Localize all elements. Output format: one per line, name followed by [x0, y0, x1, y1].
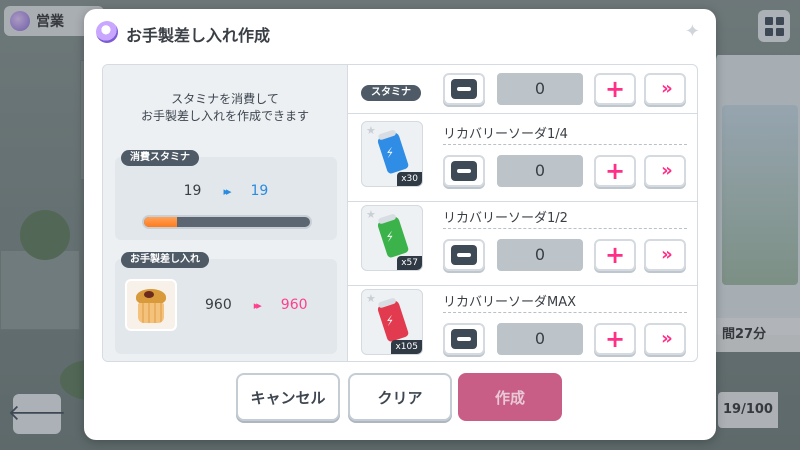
soda-max-max-button[interactable]: » — [644, 323, 686, 355]
description-line-1: スタミナを消費して — [171, 92, 279, 106]
stamina-consumption-label: 消費スタミナ — [121, 150, 199, 166]
star-icon: ★ — [366, 292, 376, 305]
double-chevron-right-icon: » — [661, 78, 672, 99]
dotted-divider — [443, 312, 687, 313]
soda-can-red-icon — [376, 299, 410, 343]
stamina-from-value: 19 — [183, 183, 202, 199]
soda-quarter-minus-button[interactable] — [443, 155, 485, 187]
minus-icon — [451, 79, 477, 99]
double-chevron-right-icon: » — [661, 160, 672, 181]
soda-max-minus-button[interactable] — [443, 323, 485, 355]
item-row-soda-half: ★ x57 リカバリーソーダ1/2 0 + » — [357, 201, 687, 283]
plus-icon: + — [604, 75, 626, 103]
row-separator — [348, 113, 697, 114]
stamina-value-field[interactable]: 0 — [497, 73, 583, 105]
soda-half-plus-button[interactable]: + — [594, 239, 636, 271]
soda-max-icon-card: ★ x105 — [361, 289, 423, 355]
double-chevron-right-icon: » — [661, 328, 672, 349]
pane-divider — [347, 65, 348, 361]
soda-max-value-field[interactable]: 0 — [497, 323, 583, 355]
dialog-description: スタミナを消費して お手製差し入れを作成できます — [103, 91, 347, 125]
soda-max-name: リカバリーソーダMAX — [443, 295, 577, 310]
stamina-minus-button[interactable] — [443, 73, 485, 105]
description-line-2: お手製差し入れを作成できます — [140, 109, 309, 123]
dialog-content: スタミナを消費して お手製差し入れを作成できます 消費スタミナ 19 ▸▸ 19… — [102, 64, 698, 362]
stamina-to-value: 19 — [250, 183, 269, 199]
soda-half-value-field[interactable]: 0 — [497, 239, 583, 271]
stamina-consumption-box: 消費スタミナ 19 ▸▸ 19 — [115, 150, 337, 240]
stamina-arrow-icon: ▸▸ — [223, 184, 231, 198]
dialog-title: お手製差し入れ作成 — [126, 26, 271, 45]
plus-icon: + — [604, 241, 626, 269]
soda-max-qty: x105 — [391, 340, 422, 354]
stamina-progress-bar — [142, 215, 312, 229]
minus-icon — [451, 161, 477, 181]
item-from-value: 960 — [205, 297, 232, 313]
dialog-header: お手製差し入れ作成 ✦ — [84, 9, 716, 55]
soda-quarter-name: リカバリーソーダ1/4 — [443, 127, 568, 142]
summary-pane: スタミナを消費して お手製差し入れを作成できます 消費スタミナ 19 ▸▸ 19… — [103, 65, 347, 361]
soda-half-name: リカバリーソーダ1/2 — [443, 211, 568, 226]
item-row-soda-quarter: ★ x30 リカバリーソーダ1/4 0 + » — [357, 117, 687, 199]
soda-quarter-icon-card: ★ x30 — [361, 121, 423, 187]
soda-quarter-stepper: 0 + » — [443, 155, 686, 187]
plus-icon: + — [604, 157, 626, 185]
soda-can-green-icon — [376, 215, 410, 259]
soda-half-max-button[interactable]: » — [644, 239, 686, 271]
stamina-change-row: 19 ▸▸ 19 — [115, 183, 337, 199]
soda-quarter-max-button[interactable]: » — [644, 155, 686, 187]
stamina-progress-fill — [144, 217, 178, 227]
soda-max-plus-button[interactable]: + — [594, 323, 636, 355]
star-icon: ★ — [366, 124, 376, 137]
stamina-tag: スタミナ — [361, 85, 421, 101]
create-item-dialog: お手製差し入れ作成 ✦ スタミナを消費して お手製差し入れを作成できます 消費ス… — [84, 9, 716, 440]
stamina-stepper: 0 + » — [443, 73, 686, 105]
handmade-item-label: お手製差し入れ — [121, 252, 209, 268]
soda-quarter-value-field[interactable]: 0 — [497, 155, 583, 187]
plus-icon: + — [604, 325, 626, 353]
soda-quarter-plus-button[interactable]: + — [594, 155, 636, 187]
item-row-soda-max: ★ x105 リカバリーソーダMAX 0 + » — [357, 285, 687, 361]
star-icon: ★ — [366, 208, 376, 221]
item-to-value: 960 — [280, 297, 308, 313]
dotted-divider — [443, 144, 687, 145]
soda-max-stepper: 0 + » — [443, 323, 686, 355]
item-change-row: 960 ▸▸ 960 — [205, 297, 308, 313]
soda-can-blue-icon — [376, 131, 410, 175]
cancel-button[interactable]: キャンセル — [236, 373, 340, 421]
double-chevron-right-icon: » — [661, 244, 672, 265]
stamina-max-button[interactable]: » — [644, 73, 686, 105]
item-arrow-icon: ▸▸ — [253, 298, 262, 312]
create-button[interactable]: 作成 — [458, 373, 562, 421]
soda-half-minus-button[interactable] — [443, 239, 485, 271]
dotted-divider — [443, 228, 687, 229]
dialog-logo-icon — [96, 21, 118, 43]
minus-icon — [451, 329, 477, 349]
soda-half-icon-card: ★ x57 — [361, 205, 423, 271]
sparkle-icon: ✦ — [684, 21, 700, 42]
soda-quarter-qty: x30 — [397, 172, 422, 186]
soda-half-stepper: 0 + » — [443, 239, 686, 271]
minus-icon — [451, 245, 477, 265]
clear-button[interactable]: クリア — [348, 373, 452, 421]
stamina-plus-button[interactable]: + — [594, 73, 636, 105]
soda-half-qty: x57 — [397, 256, 422, 270]
cupcake-icon — [125, 279, 177, 331]
handmade-item-box: お手製差し入れ 960 ▸▸ 960 — [115, 252, 337, 354]
stamina-input-row: スタミナ 0 + » — [357, 73, 687, 107]
